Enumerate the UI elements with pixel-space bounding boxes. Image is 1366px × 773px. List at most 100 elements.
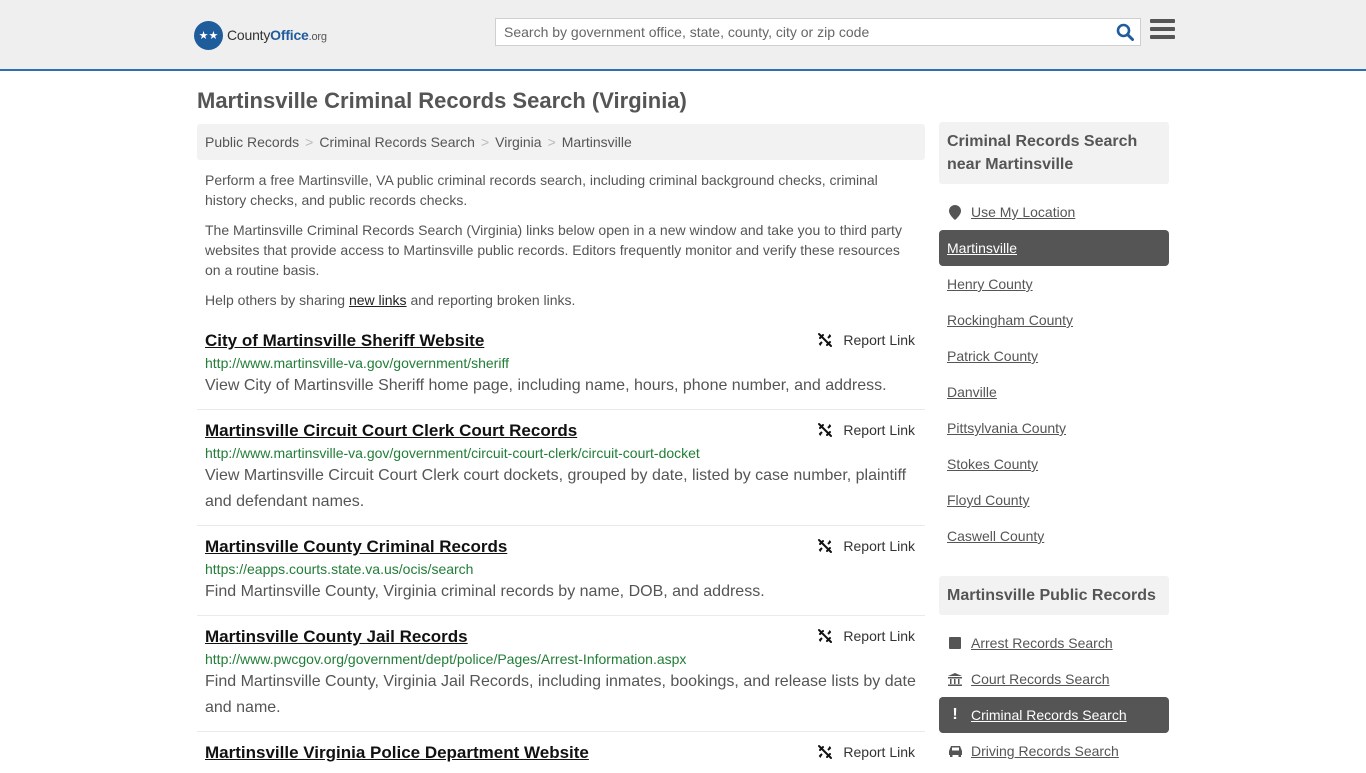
breadcrumb-martinsville[interactable]: Martinsville [562, 134, 632, 150]
hamburger-line [1150, 27, 1175, 31]
intro-help-text: Help others by sharing [205, 292, 349, 308]
sidebar-link[interactable]: Court Records Search [971, 671, 1110, 687]
sidebar-link[interactable]: Caswell County [947, 528, 1044, 544]
result-title-link[interactable]: Martinsville Virginia Police Department … [205, 742, 589, 763]
result-description: View City of Martinsville Sheriff home p… [205, 377, 887, 394]
sidebar-link[interactable]: Rockingham County [947, 312, 1073, 328]
broken-link-icon [818, 539, 833, 553]
sidebar-link[interactable]: Stokes County [947, 456, 1038, 472]
broken-link-icon [818, 423, 833, 437]
result-url[interactable]: http://www.martinsville-va.gov/governmen… [205, 444, 917, 462]
sidebar-link[interactable]: Martinsville [947, 240, 1017, 256]
sidebar-item-patrick-county[interactable]: Patrick County [939, 338, 1169, 374]
sidebar-item-caswell-county[interactable]: Caswell County [939, 518, 1169, 554]
map-marker-icon [947, 204, 963, 220]
result-title-link[interactable]: Martinsville County Jail Records [205, 626, 468, 647]
search-icon [1116, 23, 1134, 41]
breadcrumb-separator: > [305, 134, 314, 150]
hamburger-menu-button[interactable] [1150, 19, 1175, 41]
use-my-location-item[interactable]: Use My Location [939, 194, 1169, 230]
sidebar-link[interactable]: Danville [947, 384, 997, 400]
sidebar: Criminal Records Search near Martinsvill… [939, 122, 1169, 769]
broken-link-icon [818, 333, 833, 347]
report-link-label: Report Link [843, 332, 915, 348]
sidebar-item-henry-county[interactable]: Henry County [939, 266, 1169, 302]
page-title: Martinsville Criminal Records Search (Vi… [197, 88, 687, 113]
sidebar-item-rockingham-county[interactable]: Rockingham County [939, 302, 1169, 338]
report-link-label: Report Link [843, 744, 915, 760]
sidebar-link[interactable]: Driving Records Search [971, 743, 1119, 759]
result-title-link[interactable]: Martinsville Circuit Court Clerk Court R… [205, 420, 577, 441]
sidebar-link[interactable]: Criminal Records Search [971, 707, 1127, 723]
sidebar-item-criminal-records[interactable]: ! Criminal Records Search [939, 697, 1169, 733]
sidebar-item-driving-records[interactable]: Driving Records Search [939, 733, 1169, 769]
public-records-list: Arrest Records Search Court Records Sear… [939, 625, 1169, 769]
breadcrumb-virginia[interactable]: Virginia [495, 134, 541, 150]
nearby-list: Use My Location Martinsville Henry Count… [939, 194, 1169, 554]
result-title-link[interactable]: Martinsville County Criminal Records [205, 536, 507, 557]
public-records-heading: Martinsville Public Records [939, 576, 1169, 615]
sidebar-link[interactable]: Patrick County [947, 348, 1038, 364]
new-links-link[interactable]: new links [349, 292, 407, 308]
sidebar-link[interactable]: Floyd County [947, 492, 1029, 508]
intro-paragraph-2: The Martinsville Criminal Records Search… [205, 222, 902, 278]
sidebar-item-stokes-county[interactable]: Stokes County [939, 446, 1169, 482]
sidebar-item-arrest-records[interactable]: Arrest Records Search [939, 625, 1169, 661]
hamburger-menu-icon [1150, 19, 1175, 23]
result-title-link[interactable]: City of Martinsville Sheriff Website [205, 330, 484, 351]
hamburger-line [1150, 35, 1175, 39]
result-description: Find Martinsville County, Virginia Jail … [205, 673, 916, 716]
eagle-logo-icon: ★★ [194, 20, 223, 50]
sidebar-item-court-records[interactable]: Court Records Search [939, 661, 1169, 697]
broken-link-icon [818, 745, 833, 759]
sidebar-link[interactable]: Pittsylvania County [947, 420, 1066, 436]
result-url[interactable]: http://www.pwcgov.org/government/dept/po… [205, 650, 917, 668]
sidebar-item-floyd-county[interactable]: Floyd County [939, 482, 1169, 518]
report-link-button[interactable]: Report Link [817, 628, 915, 644]
sidebar-link[interactable]: Arrest Records Search [971, 635, 1113, 651]
courthouse-icon [947, 672, 963, 686]
report-link-button[interactable]: Report Link [817, 422, 915, 438]
intro-text: Perform a free Martinsville, VA public c… [205, 170, 915, 320]
breadcrumb-public-records[interactable]: Public Records [205, 134, 299, 150]
result-url[interactable]: http://www.martinsville-va.gov/governmen… [205, 354, 917, 372]
search-button[interactable] [1110, 19, 1140, 45]
result-description: Find Martinsville County, Virginia crimi… [205, 583, 765, 600]
result-item: Martinsville Circuit Court Clerk Court R… [197, 410, 925, 526]
breadcrumb-criminal-records-search[interactable]: Criminal Records Search [319, 134, 475, 150]
site-header: ★★ CountyOffice.org [0, 0, 1366, 71]
report-link-button[interactable]: Report Link [817, 744, 915, 760]
report-link-label: Report Link [843, 538, 915, 554]
nearby-heading: Criminal Records Search near Martinsvill… [939, 122, 1169, 184]
result-description: View Martinsville Circuit Court Clerk co… [205, 467, 907, 510]
report-link-button[interactable]: Report Link [817, 332, 915, 348]
intro-help-text-end: and reporting broken links. [406, 292, 576, 308]
report-link-button[interactable]: Report Link [817, 538, 915, 554]
breadcrumb-separator: > [547, 134, 556, 150]
intro-paragraph-1: Perform a free Martinsville, VA public c… [205, 172, 878, 208]
logo-text: CountyOffice.org [227, 27, 327, 43]
result-item: Martinsville County Jail Records Report … [197, 616, 925, 732]
intro-paragraph-3: Help others by sharing new links and rep… [205, 290, 915, 310]
result-url[interactable]: https://eapps.courts.state.va.us/ocis/se… [205, 560, 917, 578]
search-input[interactable] [496, 19, 1110, 45]
square-icon [947, 637, 963, 649]
car-icon [947, 745, 963, 757]
exclamation-icon: ! [952, 706, 958, 723]
broken-link-icon [818, 629, 833, 643]
results-list: City of Martinsville Sheriff Website Rep… [197, 320, 925, 773]
breadcrumb: Public Records > Criminal Records Search > V… [197, 124, 925, 160]
result-item: Martinsville County Criminal Records Rep… [197, 526, 925, 616]
result-item: City of Martinsville Sheriff Website Rep… [197, 320, 925, 410]
sidebar-item-danville[interactable]: Danville [939, 374, 1169, 410]
sidebar-item-martinsville[interactable]: Martinsville [939, 230, 1169, 266]
sidebar-link[interactable]: Henry County [947, 276, 1033, 292]
search-bar [495, 18, 1141, 46]
use-my-location-link[interactable]: Use My Location [971, 204, 1075, 220]
sidebar-item-pittsylvania-county[interactable]: Pittsylvania County [939, 410, 1169, 446]
site-logo[interactable]: ★★ CountyOffice.org [194, 20, 327, 50]
result-item: Martinsville Virginia Police Department … [197, 732, 925, 773]
breadcrumb-separator: > [480, 134, 490, 150]
report-link-label: Report Link [843, 628, 915, 644]
report-link-label: Report Link [843, 422, 915, 438]
